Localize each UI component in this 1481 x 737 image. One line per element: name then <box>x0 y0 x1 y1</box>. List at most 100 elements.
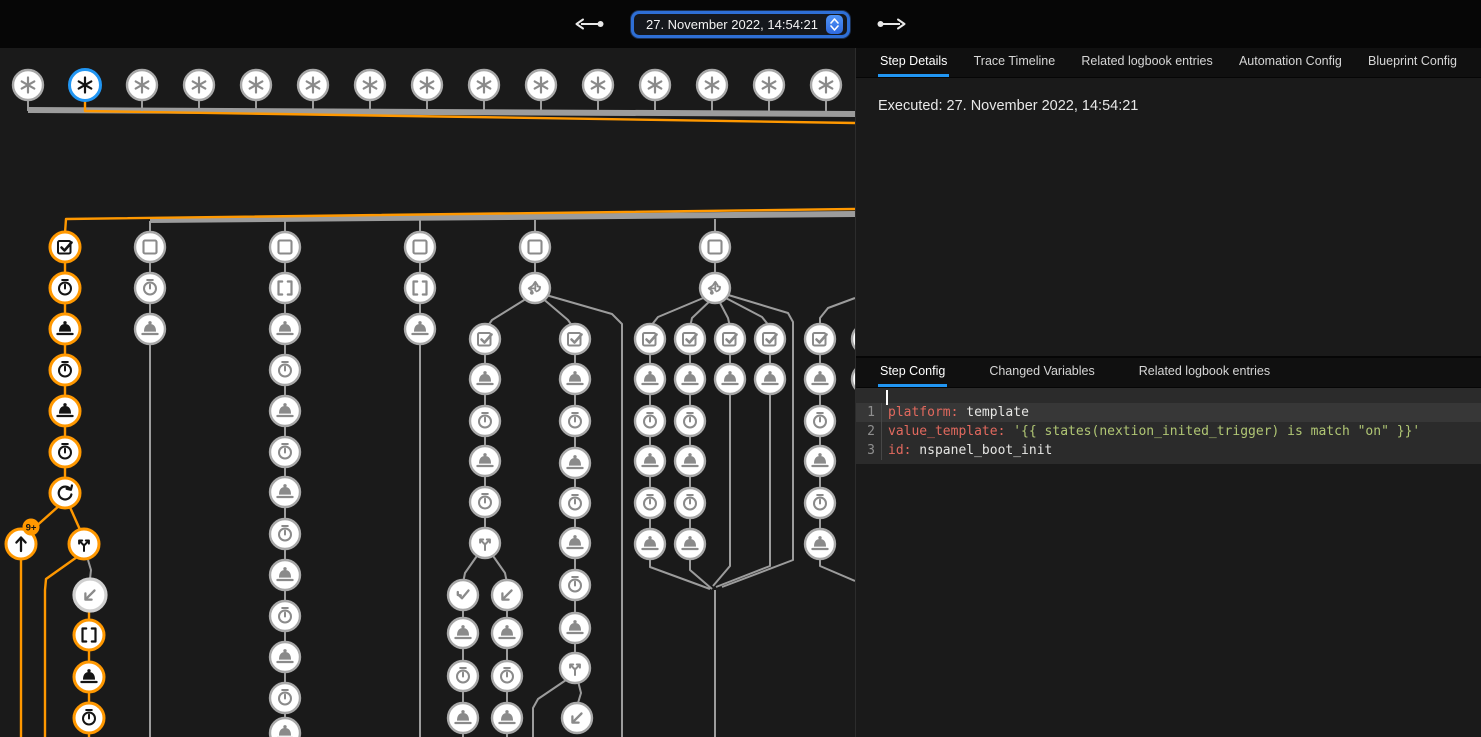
trace-node-bell[interactable] <box>560 613 590 643</box>
trace-node-timer[interactable] <box>560 406 590 436</box>
trace-node-timer[interactable] <box>50 355 80 385</box>
trace-node-bell[interactable] <box>635 529 665 559</box>
trace-node-bell[interactable] <box>715 364 745 394</box>
trace-node-checkbox[interactable] <box>635 324 665 354</box>
tab-step-config[interactable]: Step Config <box>878 358 947 387</box>
trace-node-timer[interactable] <box>74 703 104 733</box>
trace-node-timer[interactable] <box>448 661 478 691</box>
trace-node-asterisk[interactable] <box>754 70 784 100</box>
trace-node-asterisk[interactable] <box>526 70 556 100</box>
trace-node-checkbox[interactable] <box>755 324 785 354</box>
trace-node-timer[interactable] <box>492 661 522 691</box>
trace-node-timer[interactable] <box>805 406 835 436</box>
trace-node-asterisk[interactable] <box>127 70 157 100</box>
trace-node-checkbox[interactable] <box>470 324 500 354</box>
trace-node-refresh[interactable] <box>50 478 80 508</box>
trace-node-timer[interactable] <box>635 406 665 436</box>
trace-node-timer[interactable] <box>270 355 300 385</box>
trace-node-timer[interactable] <box>50 437 80 467</box>
trace-node-bell[interactable] <box>560 528 590 558</box>
code-line-2[interactable]: 2value_template: '{{ states(nextion_init… <box>856 422 1481 441</box>
trace-node-asterisk[interactable] <box>412 70 442 100</box>
trace-node-brackets[interactable] <box>270 273 300 303</box>
trace-node-asterisk[interactable] <box>640 70 670 100</box>
trace-node-square[interactable] <box>270 232 300 262</box>
trace-node-timer[interactable] <box>805 488 835 518</box>
tab-related-logbook-entries[interactable]: Related logbook entries <box>1137 358 1272 387</box>
trace-graph-svg[interactable]: 9+ <box>0 48 855 737</box>
trace-node-bell[interactable] <box>675 529 705 559</box>
trace-node-bell[interactable] <box>448 703 478 733</box>
trace-node-bell[interactable] <box>270 718 300 737</box>
trace-node-timer[interactable] <box>135 273 165 303</box>
trace-node-bell[interactable] <box>805 529 835 559</box>
trace-node-timer[interactable] <box>470 487 500 517</box>
trace-node-asterisk[interactable] <box>298 70 328 100</box>
next-run-button[interactable] <box>876 18 908 30</box>
trace-node-bell[interactable] <box>805 446 835 476</box>
trace-node-timer[interactable] <box>270 683 300 713</box>
tab-changed-variables[interactable]: Changed Variables <box>987 358 1096 387</box>
trace-node-bell[interactable] <box>74 662 104 692</box>
previous-run-button[interactable] <box>573 18 605 30</box>
trace-node-asterisk[interactable] <box>469 70 499 100</box>
trace-node-arrow-bottom-left[interactable] <box>562 703 592 733</box>
trace-node-arrow-bottom-left[interactable] <box>74 579 106 611</box>
trace-node-brackets[interactable] <box>405 273 435 303</box>
trace-node-brackets[interactable] <box>74 620 104 650</box>
trace-node-asterisk[interactable] <box>184 70 214 100</box>
trace-node-asterisk[interactable] <box>583 70 613 100</box>
trace-node-square[interactable] <box>135 232 165 262</box>
trace-node-check-bottom-left[interactable] <box>448 580 478 610</box>
tab-automation-config[interactable]: Automation Config <box>1237 48 1344 77</box>
trace-graph[interactable]: 9+ <box>0 48 855 737</box>
trace-node-checkbox[interactable] <box>852 324 855 354</box>
trace-node-choose[interactable] <box>520 273 550 303</box>
code-line-3[interactable]: 3id: nspanel_boot_init <box>856 441 1481 460</box>
trace-node-asterisk[interactable] <box>241 70 271 100</box>
trace-node-timer[interactable] <box>270 437 300 467</box>
trace-node-timer[interactable] <box>270 519 300 549</box>
trace-node-bell[interactable] <box>50 314 80 344</box>
trace-node-bell[interactable] <box>270 314 300 344</box>
trace-node-square[interactable] <box>405 232 435 262</box>
tab-blueprint-config[interactable]: Blueprint Config <box>1366 48 1459 77</box>
code-line-1[interactable]: 1platform: template <box>856 403 1481 422</box>
yaml-editor[interactable]: 1platform: template2value_template: '{{ … <box>856 388 1481 464</box>
trace-node-checkbox[interactable] <box>50 232 80 262</box>
trace-node-timer[interactable] <box>470 406 500 436</box>
trace-node-bell[interactable] <box>270 642 300 672</box>
trace-node-timer[interactable] <box>560 570 590 600</box>
trace-node-bell[interactable] <box>492 703 522 733</box>
trace-node-bell[interactable] <box>135 314 165 344</box>
trace-node-square[interactable] <box>520 232 550 262</box>
trace-node-bell[interactable] <box>560 448 590 478</box>
trace-node-bell[interactable] <box>560 364 590 394</box>
trace-node-bell[interactable] <box>492 618 522 648</box>
trace-node-asterisk[interactable] <box>70 70 101 101</box>
datetime-select[interactable]: 27. November 2022, 14:54:21 <box>631 11 850 38</box>
trace-node-timer[interactable] <box>270 601 300 631</box>
trace-node-timer[interactable] <box>675 488 705 518</box>
tab-trace-timeline[interactable]: Trace Timeline <box>972 48 1058 77</box>
trace-node-timer[interactable] <box>675 406 705 436</box>
trace-node-fork[interactable] <box>69 529 99 559</box>
trace-node-bell[interactable] <box>405 314 435 344</box>
trace-node-bell[interactable] <box>852 364 855 394</box>
trace-node-timer[interactable] <box>635 488 665 518</box>
trace-node-timer[interactable] <box>50 273 80 303</box>
trace-node-bell[interactable] <box>270 477 300 507</box>
trace-node-bell[interactable] <box>50 396 80 426</box>
tab-related-logbook-entries[interactable]: Related logbook entries <box>1079 48 1214 77</box>
trace-node-bell[interactable] <box>755 364 785 394</box>
trace-node-fork[interactable] <box>560 653 590 683</box>
trace-node-bell[interactable] <box>448 618 478 648</box>
trace-node-bell[interactable] <box>470 446 500 476</box>
trace-node-square[interactable] <box>700 232 730 262</box>
trace-node-asterisk[interactable] <box>355 70 385 100</box>
trace-node-checkbox[interactable] <box>560 324 590 354</box>
tab-step-details[interactable]: Step Details <box>878 48 949 77</box>
trace-node-bell[interactable] <box>635 364 665 394</box>
trace-node-bell[interactable] <box>675 364 705 394</box>
trace-node-bell[interactable] <box>675 446 705 476</box>
